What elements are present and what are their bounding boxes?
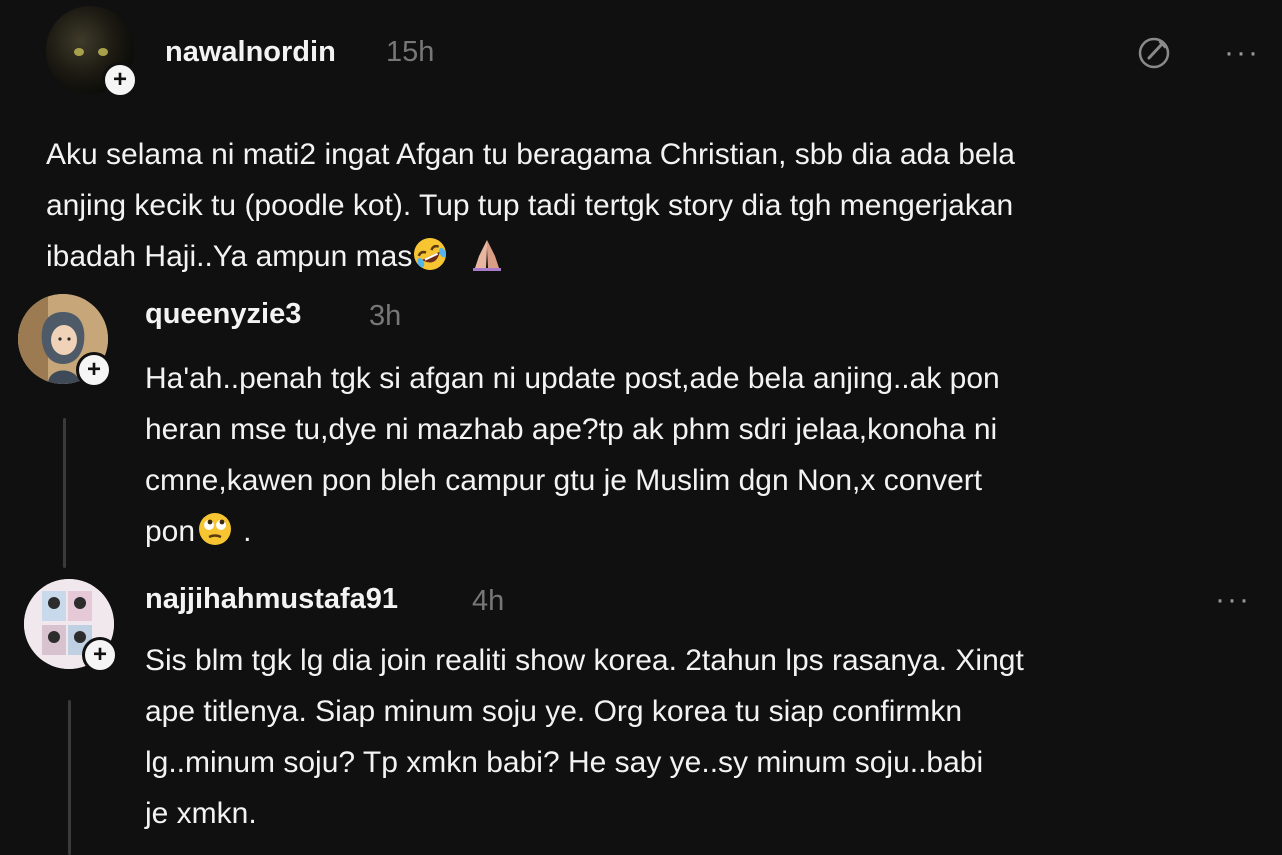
- post-line: ibadah Haji..Ya ampun mas: [46, 231, 1266, 288]
- thread-connector-line: [68, 700, 71, 855]
- reply-line: heran mse tu,dye ni mazhab ape?tp ak phm…: [145, 413, 998, 446]
- post-timestamp: 15h: [386, 36, 435, 68]
- reply-body: Sis blm tgk lg dia join realiti show kor…: [145, 635, 1265, 839]
- reply-line: pon .: [145, 506, 1265, 563]
- reply-line: ape titlenya. Siap minum soju ye. Org ko…: [145, 695, 963, 728]
- reply-author-avatar-wrap[interactable]: +: [24, 579, 118, 673]
- reply-timestamp: 4h: [472, 585, 505, 617]
- post-line: anjing kecik tu (poodle kot). Tup tup ta…: [46, 189, 1014, 222]
- post-author-avatar-wrap[interactable]: +: [46, 6, 138, 98]
- follow-plus-icon[interactable]: +: [102, 62, 138, 98]
- reply-line-text: pon: [145, 515, 196, 548]
- reply-more-options-icon[interactable]: ···: [1213, 585, 1253, 615]
- post-body: Aku selama ni mati2 ingat Afgan tu berag…: [46, 129, 1266, 288]
- reply-line-tail: .: [243, 515, 252, 548]
- reply-body: Ha'ah..penah tgk si afgan ni update post…: [145, 353, 1265, 563]
- rolling-on-floor-laughing-emoji: [412, 236, 448, 288]
- post-username[interactable]: nawalnordin: [165, 36, 336, 69]
- avatar-cat-eye: [74, 48, 84, 56]
- folded-hands-emoji: [469, 236, 505, 288]
- follow-plus-icon[interactable]: +: [82, 637, 118, 673]
- reply-username[interactable]: najjihahmustafa91: [145, 583, 398, 616]
- reply-line: Sis blm tgk lg dia join realiti show kor…: [145, 644, 1024, 677]
- reply-line: Ha'ah..penah tgk si afgan ni update post…: [145, 362, 1000, 395]
- threads-comment-view: + nawalnordin 15h ··· Aku selama ni mati…: [0, 0, 1282, 855]
- avatar-cat-eye: [98, 48, 108, 56]
- edit-circle-icon[interactable]: [1133, 32, 1175, 74]
- face-with-rolling-eyes-emoji: [197, 511, 233, 563]
- follow-plus-icon[interactable]: +: [76, 352, 112, 388]
- reply-timestamp: 3h: [369, 300, 402, 332]
- reply-line: je xmkn.: [145, 797, 257, 830]
- post-line: Aku selama ni mati2 ingat Afgan tu berag…: [46, 138, 1015, 171]
- reply-username[interactable]: queenyzie3: [145, 298, 301, 331]
- post-more-options-icon[interactable]: ···: [1222, 38, 1262, 68]
- reply-line: cmne,kawen pon bleh campur gtu je Muslim…: [145, 464, 983, 497]
- thread-connector-line: [63, 418, 66, 568]
- reply-author-avatar-wrap[interactable]: +: [18, 294, 112, 388]
- post-line-text: ibadah Haji..Ya ampun mas: [46, 240, 413, 273]
- reply-line: lg..minum soju? Tp xmkn babi? He say ye.…: [145, 746, 984, 779]
